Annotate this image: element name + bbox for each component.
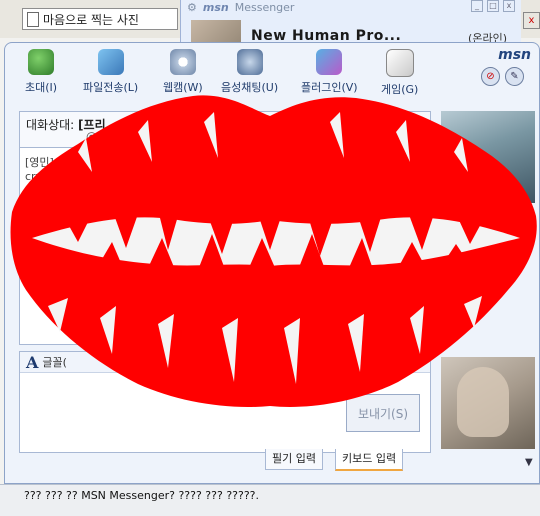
input-mode-tabs: 필기 입력 키보드 입력 — [19, 449, 429, 471]
invite-icon — [28, 49, 55, 75]
toolbar-game-button[interactable]: 게임(G) — [381, 49, 418, 97]
chevron-down-icon[interactable]: ▼ — [525, 457, 533, 468]
msn-logo: msn — [498, 47, 531, 63]
msn-logo: msn — [202, 0, 229, 14]
toolbar-voice-chat-button[interactable]: 음성채팅(U) — [221, 49, 278, 95]
background-window-controls: _ □ x — [471, 0, 515, 12]
maximize-icon[interactable]: □ — [487, 0, 499, 12]
tab-handwriting[interactable]: 필기 입력 — [265, 449, 323, 470]
toolbar-plugin-button[interactable]: 플러그인(V) — [301, 49, 358, 95]
toolbar-file-transfer-button[interactable]: 파일전송(L) — [83, 49, 138, 95]
voice-chat-icon — [236, 49, 263, 75]
webcam-icon — [169, 49, 196, 75]
minimize-icon[interactable]: _ — [471, 0, 483, 12]
taskbar-window-button[interactable]: 마음으로 찍는 사진 — [22, 8, 178, 30]
status-text: ??? ??? ?? MSN Messenger? ???? ??? ?????… — [24, 489, 260, 502]
document-icon — [27, 11, 39, 27]
game-icon — [385, 49, 414, 77]
background-app-title: Messenger — [234, 0, 295, 14]
toolbar-webcam-button[interactable]: 웹캠(W) — [163, 49, 203, 95]
file-transfer-icon — [97, 49, 124, 75]
background-title: ⚙ msn Messenger — [187, 0, 294, 14]
lips-graphic — [10, 95, 537, 408]
tab-keyboard[interactable]: 키보드 입력 — [335, 449, 404, 471]
close-icon[interactable]: x — [503, 0, 515, 12]
plugin-icon — [316, 49, 343, 75]
settings-icon: ⚙ — [187, 0, 197, 14]
close-icon[interactable]: x — [523, 12, 540, 29]
taskbar-window-title: 마음으로 찍는 사진 — [43, 12, 139, 27]
block-icon[interactable]: ⊘ — [481, 67, 500, 86]
status-bar: ??? ??? ?? MSN Messenger? ???? ??? ?????… — [0, 484, 540, 516]
customize-icon[interactable]: ✎ — [505, 67, 524, 86]
toolbar-invite-button[interactable]: 초대(I) — [25, 49, 57, 95]
